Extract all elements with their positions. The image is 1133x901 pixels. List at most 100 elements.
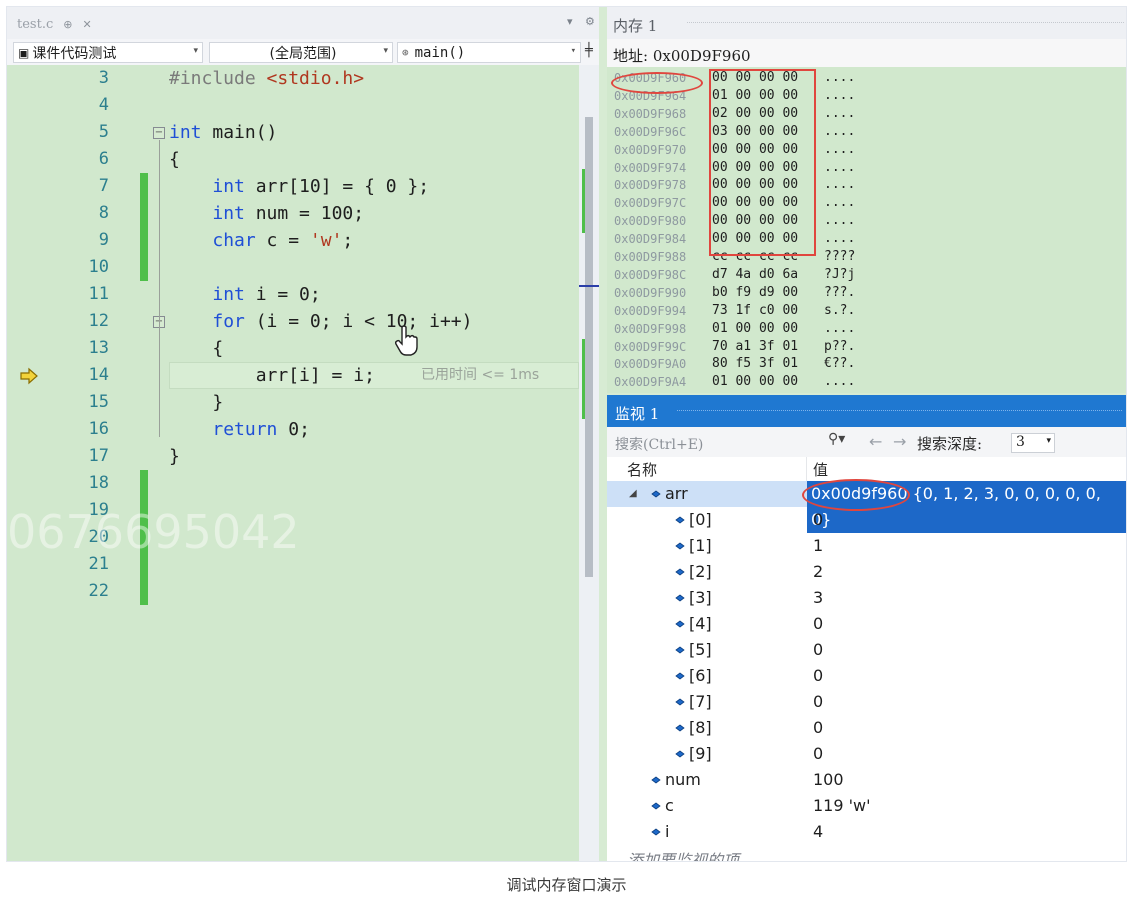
watch-row[interactable]: [4] 0 [607, 611, 1126, 637]
scrollbar-thumb[interactable] [585, 117, 593, 577]
watch-row[interactable]: [6] 0 [607, 663, 1126, 689]
watch-row[interactable]: [8] 0 [607, 715, 1126, 741]
search-input[interactable]: 搜索(Ctrl+E) [611, 431, 861, 455]
project-dropdown[interactable]: ▣ 课件代码测试 ▾ [13, 42, 203, 63]
code-line[interactable]: 7 int arr[10] = { 0 }; [7, 173, 579, 200]
expand-toggle-icon[interactable]: ◢ [629, 481, 637, 507]
memory-ascii: ???. [824, 284, 856, 300]
watch-value[interactable]: 0 [813, 663, 823, 689]
code-line[interactable]: 6{ [7, 146, 579, 173]
memory-address: 0x00D9F9A0 [614, 357, 687, 372]
column-name-header[interactable]: 名称 [627, 459, 657, 480]
memory-row[interactable]: 0x00D9F96C 03 00 00 00.... [607, 123, 1126, 141]
memory-row[interactable]: 0x00D9F970 00 00 00 00.... [607, 141, 1126, 159]
memory-title-bar[interactable]: 内存 1 [607, 7, 1126, 39]
code-line[interactable]: 14 arr[i] = i; 已用时间 <= 1ms [7, 362, 579, 389]
code-editor[interactable]: test.c ⊕ ✕ ▾ ⚙ ▣ 课件代码测试 ▾ (全局范围) ▾ ⊛ mai… [7, 7, 599, 861]
watch-row[interactable]: [7] 0 [607, 689, 1126, 715]
watch-value[interactable]: 119 'w' [813, 793, 871, 819]
fold-toggle-icon[interactable]: − [153, 127, 165, 139]
code-line[interactable]: 8 int num = 100; [7, 200, 579, 227]
editor-scrollbar[interactable] [579, 65, 599, 861]
watch-row[interactable]: i4 [607, 819, 1126, 845]
settings-icon[interactable]: ⚙ [585, 15, 595, 28]
search-icon[interactable]: ⚲▾ [828, 431, 845, 447]
close-icon[interactable]: ✕ [82, 18, 91, 31]
watch-value[interactable]: 4 [813, 819, 823, 845]
watch-title-bar[interactable]: 监视 1 [607, 395, 1126, 427]
function-dropdown[interactable]: ⊛ main() ▾ [397, 42, 581, 63]
caret-marker [579, 285, 599, 287]
memory-row[interactable]: 0x00D9F99C 70 a1 3f 01 p??. [607, 338, 1126, 356]
code-line[interactable]: 18 [7, 470, 579, 497]
watch-value[interactable]: 2 [813, 559, 823, 585]
watch-value[interactable]: 0 [813, 741, 823, 767]
memory-row[interactable]: 0x00D9F998 01 00 00 00.... [607, 320, 1126, 338]
code-line[interactable]: 4 [7, 92, 579, 119]
memory-bytes: 01 00 00 00 [712, 320, 799, 336]
memory-row[interactable]: 0x00D9F97C 00 00 00 00.... [607, 194, 1126, 212]
search-depth-select[interactable]: 3 ▾ [1011, 433, 1055, 453]
variable-icon [675, 568, 685, 576]
memory-row[interactable]: 0x00D9F974 00 00 00 00.... [607, 159, 1126, 177]
watch-row[interactable]: [2] 2 [607, 559, 1126, 585]
watch-value[interactable]: 0 [813, 507, 823, 533]
line-number: 5 [98, 122, 109, 142]
code-line[interactable]: 15 } [7, 389, 579, 416]
code-line[interactable]: 3 #include <stdio.h> [7, 65, 579, 92]
code-text: arr[i] = i; [169, 365, 375, 386]
watch-row[interactable]: [3] 3 [607, 585, 1126, 611]
add-watch-item[interactable]: 添加要监视的项 [627, 847, 739, 861]
code-line[interactable]: 10 [7, 254, 579, 281]
title-grip [687, 22, 1124, 26]
watch-value[interactable]: 1 [813, 533, 823, 559]
watch-value[interactable]: 0 [813, 715, 823, 741]
memory-row[interactable]: 0x00D9F978 00 00 00 00.... [607, 176, 1126, 194]
watch-value[interactable]: 0 [813, 689, 823, 715]
code-line[interactable]: 11 int i = 0; [7, 281, 579, 308]
watch-row[interactable]: [1] 1 [607, 533, 1126, 559]
project-dropdown-label: 课件代码测试 [32, 45, 117, 62]
memory-row[interactable]: 0x00D9F9A0 80 f5 3f 01 €??. [607, 355, 1126, 373]
watch-row[interactable]: [0] 0 [607, 507, 1126, 533]
memory-ascii: .... [824, 195, 856, 211]
memory-row[interactable]: 0x00D9F968 02 00 00 00.... [607, 105, 1126, 123]
memory-row[interactable]: 0x00D9F98C d7 4a d0 6a ?J?j [607, 266, 1126, 284]
scope-dropdown[interactable]: (全局范围) ▾ [209, 42, 393, 63]
memory-row[interactable]: 0x00D9F988 cc cc cc cc???? [607, 248, 1126, 266]
split-icon[interactable]: ╪ [585, 43, 593, 58]
code-line[interactable]: 12 for (i = 0; i < 10; i++) [7, 308, 579, 335]
column-divider[interactable] [806, 457, 807, 481]
memory-row[interactable]: 0x00D9F994 73 1f c0 00 s.?. [607, 302, 1126, 320]
code-line[interactable]: 9 char c = 'w'; [7, 227, 579, 254]
tab-dropdown-icon[interactable]: ▾ [567, 15, 573, 28]
watch-value[interactable]: 3 [813, 585, 823, 611]
watch-row[interactable]: [5] 0 [607, 637, 1126, 663]
code-line[interactable]: 13 { [7, 335, 579, 362]
code-text: } [169, 446, 180, 467]
watch-value[interactable]: 0 [813, 611, 823, 637]
watch-row[interactable]: c 119 'w' [607, 793, 1126, 819]
execution-arrow-icon[interactable] [19, 367, 39, 385]
memory-row[interactable]: 0x00D9F984 00 00 00 00.... [607, 230, 1126, 248]
pin-icon[interactable]: ⊕ [63, 18, 72, 31]
address-input[interactable]: 0x00D9F960 [653, 47, 751, 65]
file-tab[interactable]: test.c ⊕ ✕ [9, 12, 100, 36]
code-line[interactable]: 16 return 0; [7, 416, 579, 443]
line-number: 16 [88, 419, 109, 439]
line-number: 14 [88, 365, 109, 385]
back-arrow-icon[interactable]: ← [869, 432, 882, 451]
watch-row[interactable]: num 100 [607, 767, 1126, 793]
memory-row[interactable]: 0x00D9F980 00 00 00 00.... [607, 212, 1126, 230]
memory-row[interactable]: 0x00D9F9A4 01 00 00 00.... [607, 373, 1126, 391]
column-value-header[interactable]: 值 [813, 459, 828, 480]
memory-address: 0x00D9F9A4 [614, 375, 687, 390]
code-line[interactable]: 5 int main() [7, 119, 579, 146]
watch-value[interactable]: 100 [813, 767, 844, 793]
code-line[interactable]: 22 [7, 578, 579, 605]
memory-row[interactable]: 0x00D9F990 b0 f9 d9 00???. [607, 284, 1126, 302]
watch-row[interactable]: [9] 0 [607, 741, 1126, 767]
watch-value[interactable]: 0 [813, 637, 823, 663]
code-line[interactable]: 17} [7, 443, 579, 470]
forward-arrow-icon[interactable]: → [893, 432, 906, 451]
